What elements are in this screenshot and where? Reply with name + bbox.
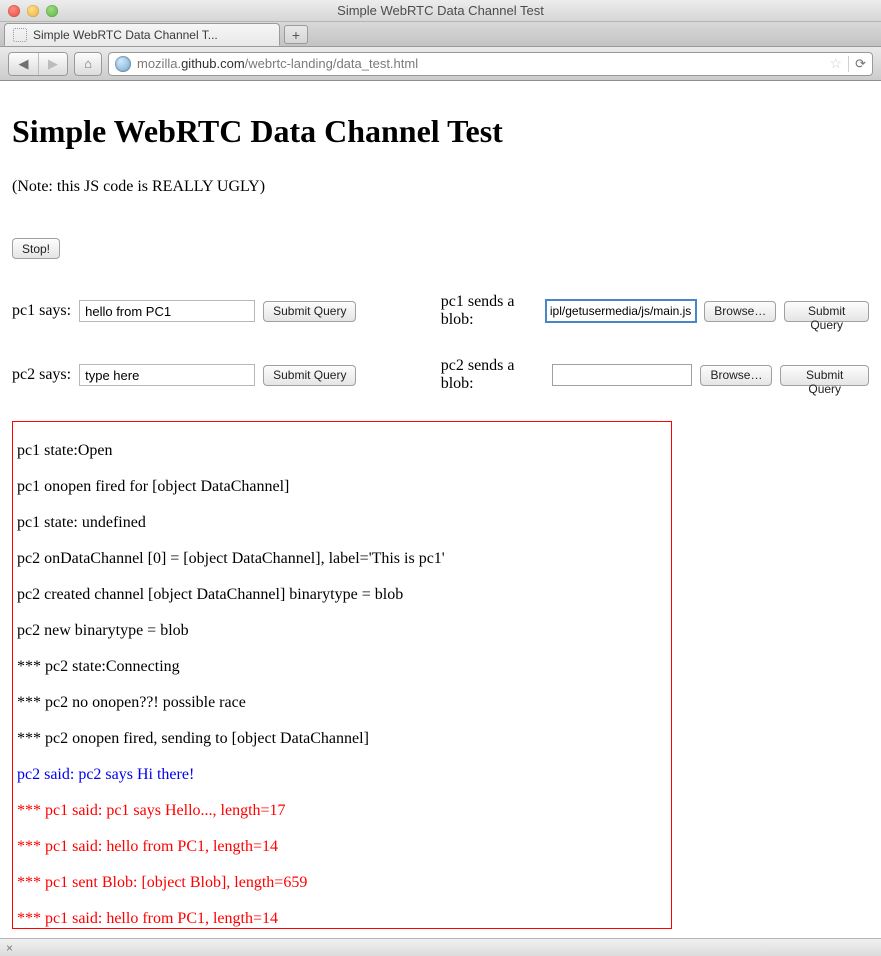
addon-bar: × bbox=[0, 938, 881, 956]
pc1-says-label: pc1 says: bbox=[12, 302, 71, 320]
pc2-says-input[interactable] bbox=[79, 364, 255, 386]
back-icon: ◀ bbox=[19, 56, 29, 72]
page-title: Simple WebRTC Data Channel Test bbox=[12, 113, 869, 150]
home-button[interactable]: ⌂ bbox=[74, 52, 102, 76]
log-line: pc2 onDataChannel [0] = [object DataChan… bbox=[17, 550, 667, 568]
log-line: *** pc2 no onopen??! possible race bbox=[17, 694, 667, 712]
browser-tab[interactable]: Simple WebRTC Data Channel T... bbox=[4, 23, 280, 46]
navigation-toolbar: ◀ ▶ ⌂ mozilla.github.com/webrtc-landing/… bbox=[0, 47, 881, 81]
back-button[interactable]: ◀ bbox=[9, 53, 38, 75]
row-pc2: pc2 says: Submit Query pc2 sends a blob:… bbox=[12, 357, 869, 393]
pc1-says-input[interactable] bbox=[79, 300, 255, 322]
log-line: pc2 new binarytype = blob bbox=[17, 622, 667, 640]
url-path: /webrtc-landing/data_test.html bbox=[245, 56, 418, 71]
page-content: Simple WebRTC Data Channel Test (Note: t… bbox=[0, 81, 881, 929]
pc2-blob-file-input[interactable] bbox=[552, 364, 692, 386]
log-line: pc2 created channel [object DataChannel]… bbox=[17, 586, 667, 604]
pc2-blob-submit-button[interactable]: Submit Query bbox=[780, 365, 869, 386]
window-titlebar: Simple WebRTC Data Channel Test bbox=[0, 0, 881, 22]
window-title: Simple WebRTC Data Channel Test bbox=[0, 3, 881, 18]
pc2-says-submit-button[interactable]: Submit Query bbox=[263, 365, 356, 386]
pc1-says-submit-button[interactable]: Submit Query bbox=[263, 301, 356, 322]
pc1-blob-file-input[interactable]: ipl/getusermedia/js/main.js bbox=[546, 300, 696, 322]
log-line: pc1 state:Open bbox=[17, 442, 667, 460]
row-pc1: pc1 says: Submit Query pc1 sends a blob:… bbox=[12, 293, 869, 329]
pc1-blob-filename: ipl/getusermedia/js/main.js bbox=[547, 301, 695, 321]
pc1-blob-browse-button[interactable]: Browse… bbox=[704, 301, 776, 322]
plus-icon: + bbox=[292, 27, 300, 43]
addonbar-close-icon[interactable]: × bbox=[6, 941, 13, 955]
pc1-blob-label: pc1 sends a blob: bbox=[441, 293, 539, 329]
log-output[interactable]: pc1 state:Open pc1 onopen fired for [obje… bbox=[12, 421, 672, 929]
log-line: *** pc1 sent Blob: [object Blob], length… bbox=[17, 874, 667, 892]
reload-icon[interactable]: ⟳ bbox=[855, 56, 866, 72]
back-forward-group: ◀ ▶ bbox=[8, 52, 68, 76]
globe-icon bbox=[115, 56, 131, 72]
pc2-blob-group: pc2 sends a blob: Browse… Submit Query bbox=[441, 357, 869, 393]
pc2-blob-label: pc2 sends a blob: bbox=[441, 357, 544, 393]
new-tab-button[interactable]: + bbox=[284, 25, 308, 44]
pc2-blob-filename bbox=[553, 365, 691, 385]
pc2-says-label: pc2 says: bbox=[12, 366, 71, 384]
favicon-placeholder-icon bbox=[13, 28, 27, 42]
forward-icon: ▶ bbox=[48, 56, 58, 72]
pc2-blob-browse-button[interactable]: Browse… bbox=[700, 365, 772, 386]
log-line: *** pc2 state:Connecting bbox=[17, 658, 667, 676]
pc1-blob-group: pc1 sends a blob: ipl/getusermedia/js/ma… bbox=[441, 293, 869, 329]
log-line: pc1 onopen fired for [object DataChannel… bbox=[17, 478, 667, 496]
log-line: *** pc2 onopen fired, sending to [object… bbox=[17, 730, 667, 748]
url-prefix: mozilla. bbox=[137, 56, 181, 71]
log-line: pc2 said: pc2 says Hi there! bbox=[17, 766, 667, 784]
stop-row: Stop! bbox=[12, 238, 869, 259]
tab-strip: Simple WebRTC Data Channel T... + bbox=[0, 22, 881, 47]
url-host: github.com bbox=[181, 56, 245, 71]
page-note: (Note: this JS code is REALLY UGLY) bbox=[12, 178, 869, 196]
stop-button[interactable]: Stop! bbox=[12, 238, 60, 259]
pc2-says-group: pc2 says: Submit Query bbox=[12, 364, 431, 386]
tab-title: Simple WebRTC Data Channel T... bbox=[33, 28, 218, 42]
url-text: mozilla.github.com/webrtc-landing/data_t… bbox=[137, 56, 824, 71]
urlbar-divider bbox=[848, 56, 849, 72]
log-line: *** pc1 said: hello from PC1, length=14 bbox=[17, 910, 667, 928]
forward-button[interactable]: ▶ bbox=[38, 53, 67, 75]
log-line: pc1 state: undefined bbox=[17, 514, 667, 532]
home-icon: ⌂ bbox=[84, 56, 92, 71]
log-line: *** pc1 said: hello from PC1, length=14 bbox=[17, 838, 667, 856]
pc1-blob-submit-button[interactable]: Submit Query bbox=[784, 301, 869, 322]
bookmark-star-icon[interactable]: ☆ bbox=[830, 55, 843, 72]
log-line: *** pc1 said: pc1 says Hello..., length=… bbox=[17, 802, 667, 820]
url-bar[interactable]: mozilla.github.com/webrtc-landing/data_t… bbox=[108, 52, 873, 76]
pc1-says-group: pc1 says: Submit Query bbox=[12, 300, 431, 322]
